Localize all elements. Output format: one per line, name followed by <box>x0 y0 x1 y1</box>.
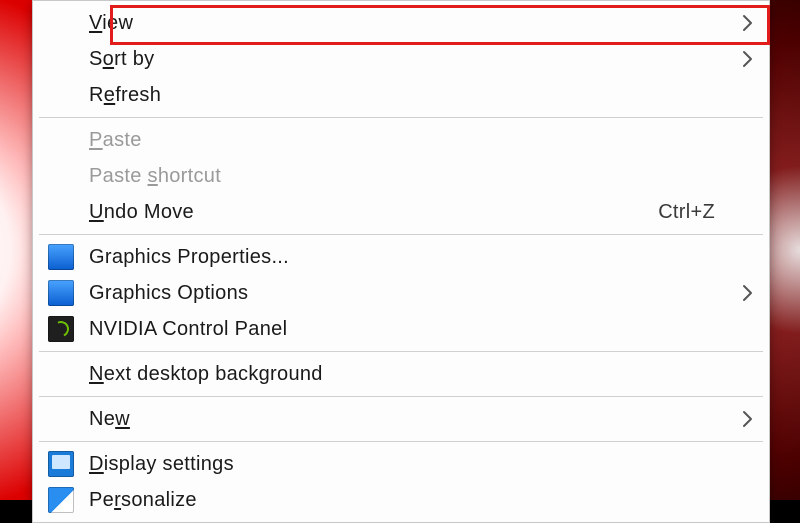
intel-icon <box>48 244 74 270</box>
menu-separator <box>39 234 763 235</box>
menu-item-graphics-options[interactable]: Graphics Options <box>33 275 769 311</box>
chevron-right-icon <box>741 13 755 33</box>
menu-item-paste: Paste <box>33 122 769 158</box>
nvidia-icon <box>48 316 74 342</box>
menu-separator <box>39 396 763 397</box>
chevron-right-icon <box>741 49 755 69</box>
menu-item-next-desktop-background[interactable]: Next desktop background <box>33 356 769 392</box>
menu-item-label: Display settings <box>89 453 715 476</box>
icon-slot <box>33 280 89 306</box>
menu-item-label: New <box>89 408 715 431</box>
personalize-icon <box>48 487 74 513</box>
submenu-arrow-slot <box>715 283 755 303</box>
menu-item-label: View <box>89 12 715 35</box>
menu-item-sort-by[interactable]: Sort by <box>33 41 769 77</box>
menu-item-view[interactable]: View <box>33 5 769 41</box>
menu-item-new[interactable]: New <box>33 401 769 437</box>
icon-slot <box>33 244 89 270</box>
menu-item-undo-move[interactable]: Undo Move Ctrl+Z <box>33 194 769 230</box>
desktop-context-menu: View Sort by Refresh Paste Paste shortcut Und… <box>32 0 770 523</box>
menu-item-label: Paste <box>89 129 715 152</box>
menu-item-label: NVIDIA Control Panel <box>89 318 715 341</box>
menu-item-label: Paste shortcut <box>89 165 715 188</box>
menu-item-label: Sort by <box>89 48 715 71</box>
chevron-right-icon <box>741 409 755 429</box>
menu-item-accelerator: Ctrl+Z <box>658 201 715 224</box>
submenu-arrow-slot <box>715 409 755 429</box>
menu-item-nvidia-control-panel[interactable]: NVIDIA Control Panel <box>33 311 769 347</box>
menu-item-paste-shortcut: Paste shortcut <box>33 158 769 194</box>
menu-item-label: Personalize <box>89 489 715 512</box>
icon-slot <box>33 487 89 513</box>
menu-item-personalize[interactable]: Personalize <box>33 482 769 518</box>
menu-item-graphics-properties[interactable]: Graphics Properties... <box>33 239 769 275</box>
icon-slot <box>33 316 89 342</box>
menu-item-label: Graphics Properties... <box>89 246 715 269</box>
icon-slot <box>33 451 89 477</box>
menu-item-label: Next desktop background <box>89 363 715 386</box>
menu-item-label: Graphics Options <box>89 282 715 305</box>
menu-item-label: Undo Move <box>89 201 648 224</box>
chevron-right-icon <box>741 283 755 303</box>
menu-item-refresh[interactable]: Refresh <box>33 77 769 113</box>
menu-separator <box>39 351 763 352</box>
menu-separator <box>39 117 763 118</box>
submenu-arrow-slot <box>715 49 755 69</box>
display-icon <box>48 451 74 477</box>
menu-item-display-settings[interactable]: Display settings <box>33 446 769 482</box>
menu-item-label: Refresh <box>89 84 715 107</box>
intel-icon <box>48 280 74 306</box>
menu-separator <box>39 441 763 442</box>
submenu-arrow-slot <box>715 13 755 33</box>
